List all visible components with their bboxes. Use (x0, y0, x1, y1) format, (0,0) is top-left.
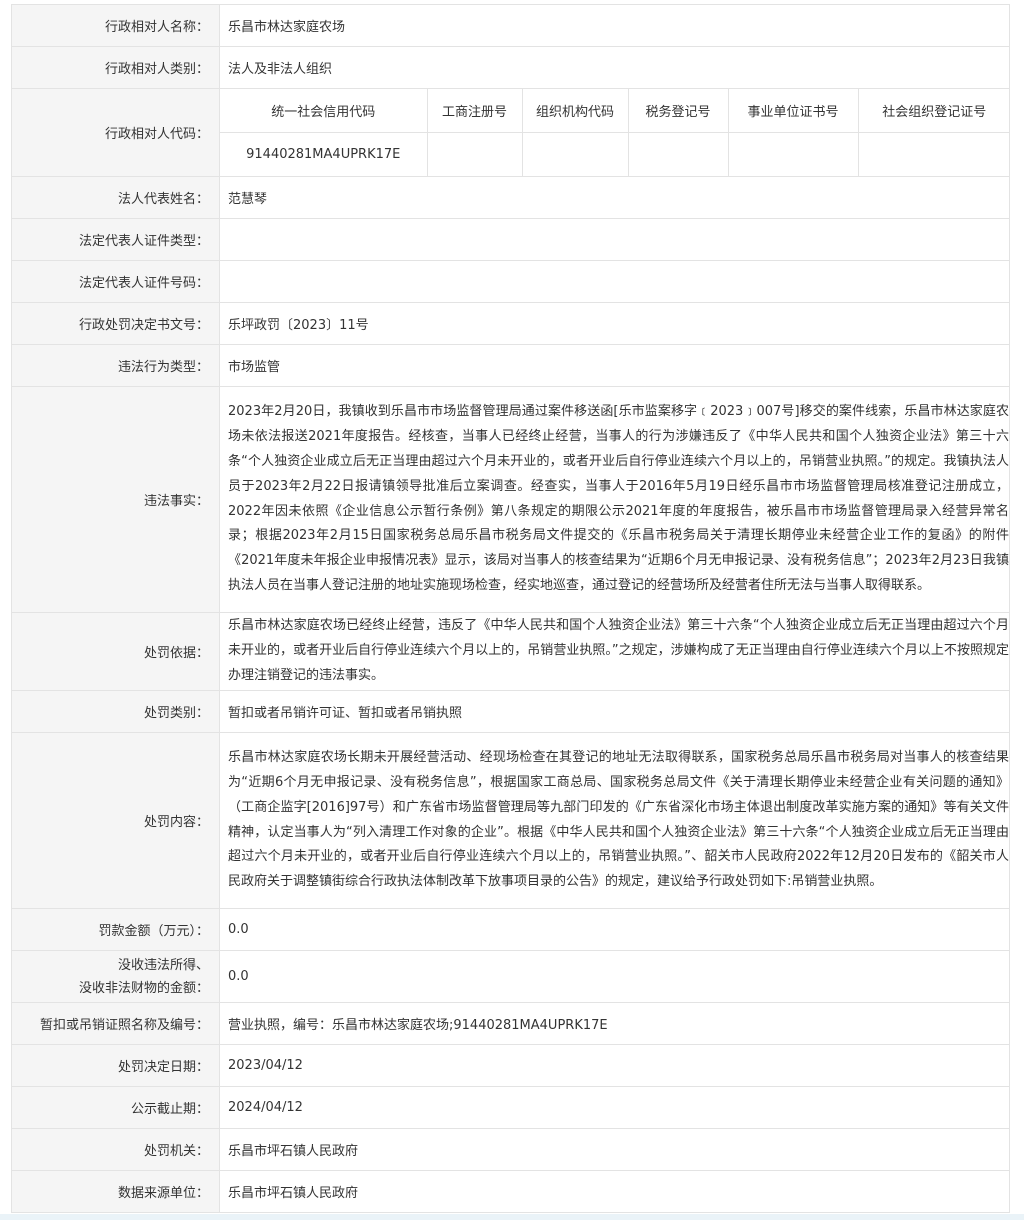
label-confiscation-line1: 没收违法所得、 (117, 957, 209, 973)
label-facts: 违法事实： (11, 386, 220, 613)
value-confiscation: 0.0 (219, 950, 1010, 1003)
code-value (858, 133, 1010, 177)
code-cell: 统一社会信用代码 工商注册号 组织机构代码 税务登记号 事业单位证书号 社会组织… (219, 88, 1010, 177)
row-doc-no: 行政处罚决定书文号： 乐坪政罚〔2023〕11号 (11, 302, 1010, 345)
code-header: 社会组织登记证号 (858, 89, 1010, 133)
label-violation-type: 违法行为类型： (11, 344, 220, 387)
row-legal-rep: 法人代表姓名： 范慧琴 (11, 176, 1010, 219)
code-header: 工商注册号 (427, 89, 523, 133)
label-basis: 处罚依据： (11, 612, 220, 691)
value-publicity-deadline: 2024/04/12 (219, 1086, 1010, 1129)
value-facts: 2023年2月20日，我镇收到乐昌市市场监督管理局通过案件移送函[乐市监案移字﹝… (219, 386, 1010, 613)
code-subtable: 统一社会信用代码 工商注册号 组织机构代码 税务登记号 事业单位证书号 社会组织… (220, 89, 1010, 176)
label-fine: 罚款金额（万元）： (11, 908, 220, 951)
label-doc-no: 行政处罚决定书文号： (11, 302, 220, 345)
value-authority: 乐昌市坪石镇人民政府 (219, 1128, 1010, 1171)
label-name: 行政相对人名称： (11, 4, 220, 47)
page: 行政相对人名称： 乐昌市林达家庭农场 行政相对人类别： 法人及非法人组织 行政相… (0, 0, 1024, 1220)
label-type: 行政相对人类别： (11, 46, 220, 89)
code-value-row: 91440281MA4UPRK17E (220, 132, 1010, 177)
value-license: 营业执照，编号：乐昌市林达家庭农场;91440281MA4UPRK17E (219, 1002, 1010, 1045)
label-id-number: 法定代表人证件号码： (11, 260, 220, 303)
value-penalty-type: 暂扣或者吊销许可证、暂扣或者吊销执照 (219, 690, 1010, 733)
row-id-number: 法定代表人证件号码： (11, 260, 1010, 303)
row-authority: 处罚机关： 乐昌市坪石镇人民政府 (11, 1128, 1010, 1171)
row-violation-type: 违法行为类型： 市场监管 (11, 344, 1010, 387)
code-value (728, 132, 859, 176)
row-license: 暂扣或吊销证照名称及编号： 营业执照，编号：乐昌市林达家庭农场;91440281… (11, 1002, 1010, 1045)
label-id-type: 法定代表人证件类型： (11, 218, 220, 261)
code-header: 统一社会信用代码 (220, 89, 428, 133)
label-publicity-deadline: 公示截止期： (11, 1086, 220, 1129)
row-source: 数据来源单位： 乐昌市坪石镇人民政府 (11, 1170, 1010, 1213)
value-id-number (219, 260, 1010, 303)
row-penalty-type: 处罚类别： 暂扣或者吊销许可证、暂扣或者吊销执照 (11, 690, 1010, 733)
row-basis: 处罚依据： 乐昌市林达家庭农场已经终止经营，违反了《中华人民共和国个人独资企业法… (11, 612, 1010, 691)
value-id-type (219, 218, 1010, 261)
value-violation-type: 市场监管 (219, 344, 1010, 387)
value-type: 法人及非法人组织 (219, 46, 1010, 89)
value-decision-date: 2023/04/12 (219, 1044, 1010, 1087)
label-license: 暂扣或吊销证照名称及编号： (11, 1002, 220, 1045)
label-authority: 处罚机关： (11, 1128, 220, 1171)
row-id-type: 法定代表人证件类型： (11, 218, 1010, 261)
label-source: 数据来源单位： (11, 1170, 220, 1213)
label-content: 处罚内容： (11, 732, 220, 909)
value-source: 乐昌市坪石镇人民政府 (219, 1170, 1010, 1213)
penalty-info-table: 行政相对人名称： 乐昌市林达家庭农场 行政相对人类别： 法人及非法人组织 行政相… (11, 4, 1010, 1213)
label-code: 行政相对人代码： (11, 88, 220, 177)
row-code: 行政相对人代码： 统一社会信用代码 工商注册号 组织机构代码 税务登记号 事业单… (11, 88, 1010, 177)
code-header-row: 统一社会信用代码 工商注册号 组织机构代码 税务登记号 事业单位证书号 社会组织… (220, 89, 1010, 133)
code-value (522, 132, 629, 176)
code-header: 税务登记号 (628, 89, 729, 133)
row-facts: 违法事实： 2023年2月20日，我镇收到乐昌市市场监督管理局通过案件移送函[乐… (11, 386, 1010, 613)
label-decision-date: 处罚决定日期： (11, 1044, 220, 1087)
label-legal-rep: 法人代表姓名： (11, 176, 220, 219)
value-fine: 0.0 (219, 908, 1010, 951)
code-value (628, 132, 729, 176)
row-name: 行政相对人名称： 乐昌市林达家庭农场 (11, 4, 1010, 47)
code-header: 组织机构代码 (522, 89, 629, 133)
code-value (427, 132, 523, 176)
footer-divider (0, 1214, 1024, 1220)
value-name: 乐昌市林达家庭农场 (219, 4, 1010, 47)
label-penalty-type: 处罚类别： (11, 690, 220, 733)
label-confiscation-line2: 没收非法财物的金额： (78, 980, 209, 996)
row-fine: 罚款金额（万元）： 0.0 (11, 908, 1010, 951)
code-header: 事业单位证书号 (728, 89, 859, 133)
row-confiscation: 没收违法所得、 没收非法财物的金额： 0.0 (11, 950, 1010, 1003)
label-confiscation: 没收违法所得、 没收非法财物的金额： (11, 950, 220, 1003)
value-doc-no: 乐坪政罚〔2023〕11号 (219, 302, 1010, 345)
row-publicity-deadline: 公示截止期： 2024/04/12 (11, 1086, 1010, 1129)
row-type: 行政相对人类别： 法人及非法人组织 (11, 46, 1010, 89)
row-decision-date: 处罚决定日期： 2023/04/12 (11, 1044, 1010, 1087)
value-legal-rep: 范慧琴 (219, 176, 1010, 219)
value-content: 乐昌市林达家庭农场长期未开展经营活动、经现场检查在其登记的地址无法取得联系，国家… (219, 732, 1010, 909)
code-value: 91440281MA4UPRK17E (220, 132, 428, 176)
value-basis: 乐昌市林达家庭农场已经终止经营，违反了《中华人民共和国个人独资企业法》第三十六条… (219, 612, 1010, 691)
row-content: 处罚内容： 乐昌市林达家庭农场长期未开展经营活动、经现场检查在其登记的地址无法取… (11, 732, 1010, 909)
